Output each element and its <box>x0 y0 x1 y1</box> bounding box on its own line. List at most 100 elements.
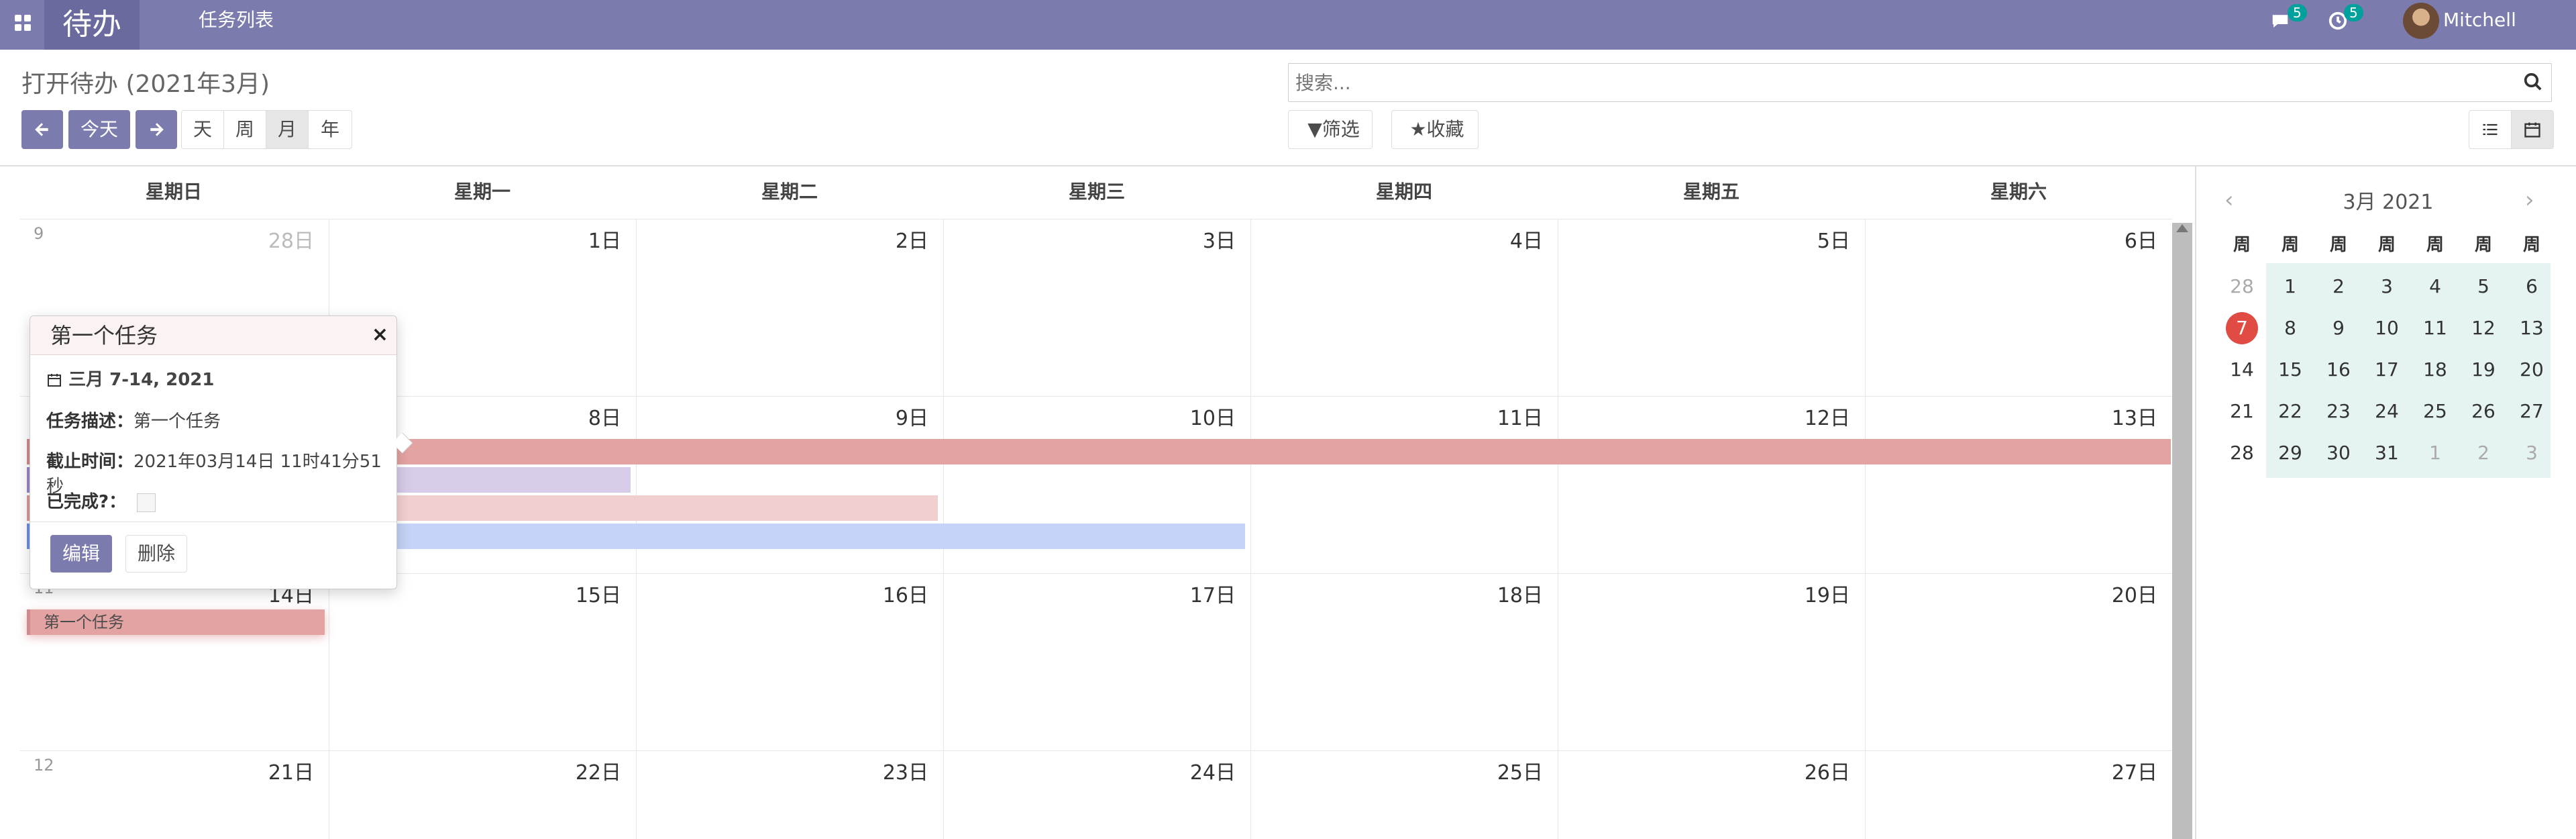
day-number[interactable]: 22日 <box>576 756 621 785</box>
scale-week-button[interactable]: 周 <box>223 110 266 149</box>
user-avatar[interactable] <box>2403 3 2439 39</box>
mini-day[interactable]: 3 <box>2508 432 2556 474</box>
day-number[interactable]: 13日 <box>2112 401 2157 431</box>
search-icon[interactable] <box>2523 72 2543 92</box>
deadline-label: 截止时间： <box>46 452 134 472</box>
mini-weekday: 周 <box>2329 235 2347 255</box>
mini-day[interactable]: 2 <box>2459 432 2508 474</box>
next-button[interactable] <box>136 110 177 149</box>
grid-line <box>1250 219 1251 839</box>
weekday-header: 星期四 <box>1375 181 1432 203</box>
day-number[interactable]: 4日 <box>1510 224 1543 254</box>
mini-weekday: 周 <box>2474 235 2492 255</box>
mini-day[interactable]: 31 <box>2363 432 2411 474</box>
mini-day[interactable]: 9 <box>2314 307 2363 349</box>
grid-line <box>1865 219 1866 839</box>
day-number[interactable]: 19日 <box>1805 579 1850 608</box>
day-number[interactable]: 16日 <box>883 579 928 608</box>
day-number[interactable]: 5日 <box>1817 224 1850 254</box>
weekday-header: 星期日 <box>145 181 202 203</box>
day-number[interactable]: 28日 <box>268 224 314 254</box>
calendar-view-button[interactable] <box>2511 110 2554 149</box>
mini-day[interactable]: 15 <box>2266 349 2314 391</box>
day-number[interactable]: 20日 <box>2112 579 2157 608</box>
close-icon[interactable]: × <box>372 323 388 346</box>
day-number[interactable]: 23日 <box>883 756 928 785</box>
day-number[interactable]: 24日 <box>1190 756 1236 785</box>
filter-button[interactable]: ▼筛选 <box>1288 110 1373 149</box>
mini-day[interactable]: 28 <box>2218 432 2266 474</box>
day-number[interactable]: 17日 <box>1190 579 1236 608</box>
day-number[interactable]: 9日 <box>896 401 928 431</box>
mini-day[interactable]: 16 <box>2314 349 2363 391</box>
favorites-button[interactable]: ★收藏 <box>1391 110 1479 149</box>
scale-year-button[interactable]: 年 <box>308 110 352 149</box>
mini-day[interactable]: 19 <box>2459 349 2508 391</box>
search-input[interactable] <box>1289 64 2496 101</box>
next-month-icon[interactable]: › <box>2525 187 2534 213</box>
mini-day[interactable]: 29 <box>2266 432 2314 474</box>
mini-day[interactable]: 14 <box>2218 349 2266 391</box>
mini-day[interactable]: 10 <box>2363 307 2411 349</box>
prev-button[interactable] <box>21 110 63 149</box>
mini-day[interactable]: 27 <box>2508 391 2556 432</box>
day-number[interactable]: 10日 <box>1190 401 1236 431</box>
mini-day[interactable]: 2 <box>2314 266 2363 307</box>
day-number[interactable]: 15日 <box>576 579 621 608</box>
day-number[interactable]: 12日 <box>1805 401 1850 431</box>
mini-day[interactable]: 3 <box>2363 266 2411 307</box>
mini-day[interactable]: 12 <box>2459 307 2508 349</box>
mini-day[interactable]: 23 <box>2314 391 2363 432</box>
day-number[interactable]: 2日 <box>896 224 928 254</box>
day-number[interactable]: 21日 <box>268 756 314 785</box>
scale-day-button[interactable]: 天 <box>181 110 224 149</box>
calendar-scrollbar[interactable] <box>2172 223 2192 839</box>
day-number[interactable]: 18日 <box>1497 579 1543 608</box>
mini-day[interactable]: 25 <box>2411 391 2459 432</box>
mini-day[interactable]: 1 <box>2411 432 2459 474</box>
day-number[interactable]: 8日 <box>588 401 621 431</box>
app-name[interactable]: 待办 <box>44 0 140 50</box>
mini-day[interactable]: 22 <box>2266 391 2314 432</box>
mini-day[interactable]: 5 <box>2459 266 2508 307</box>
mini-day[interactable]: 26 <box>2459 391 2508 432</box>
mini-day-today[interactable]: 7 <box>2218 307 2266 349</box>
activities-icon[interactable] <box>2328 0 2348 40</box>
edit-button[interactable]: 编辑 <box>50 535 112 573</box>
mini-day[interactable]: 11 <box>2411 307 2459 349</box>
weekday-header: 星期二 <box>761 181 818 203</box>
mini-weekday: 周 <box>2522 235 2540 255</box>
messages-icon[interactable] <box>2270 0 2290 40</box>
apps-menu-icon[interactable] <box>9 9 36 36</box>
scale-month-button[interactable]: 月 <box>266 110 309 149</box>
delete-button[interactable]: 删除 <box>125 535 187 573</box>
mini-day[interactable]: 13 <box>2508 307 2556 349</box>
day-number[interactable]: 3日 <box>1203 224 1236 254</box>
mini-day[interactable]: 17 <box>2363 349 2411 391</box>
day-number[interactable]: 1日 <box>588 224 621 254</box>
day-number[interactable]: 26日 <box>1805 756 1850 785</box>
mini-day[interactable]: 18 <box>2411 349 2459 391</box>
day-number[interactable]: 25日 <box>1497 756 1543 785</box>
scroll-up-icon[interactable] <box>2176 224 2188 232</box>
menu-task-list[interactable]: 任务列表 <box>199 0 274 40</box>
list-view-button[interactable] <box>2469 110 2512 149</box>
day-number[interactable]: 6日 <box>2125 224 2157 254</box>
mini-day[interactable]: 21 <box>2218 391 2266 432</box>
user-name[interactable]: Mitchell Admin <box>2443 0 2576 71</box>
breadcrumb-title: 打开待办 (2021年3月) <box>21 70 270 98</box>
done-checkbox[interactable] <box>137 493 156 512</box>
mini-day[interactable]: 20 <box>2508 349 2556 391</box>
today-button[interactable]: 今天 <box>68 110 130 149</box>
mini-day[interactable]: 6 <box>2508 266 2556 307</box>
mini-day[interactable]: 24 <box>2363 391 2411 432</box>
mini-day[interactable]: 8 <box>2266 307 2314 349</box>
day-number[interactable]: 27日 <box>2112 756 2157 785</box>
mini-day[interactable]: 4 <box>2411 266 2459 307</box>
mini-day[interactable]: 1 <box>2266 266 2314 307</box>
popover-date-row: 三月 7-14, 2021 <box>46 366 214 391</box>
mini-day[interactable]: 28 <box>2218 266 2266 307</box>
event-first-task[interactable]: 第一个任务 <box>27 609 325 635</box>
mini-day[interactable]: 30 <box>2314 432 2363 474</box>
day-number[interactable]: 11日 <box>1497 401 1543 431</box>
